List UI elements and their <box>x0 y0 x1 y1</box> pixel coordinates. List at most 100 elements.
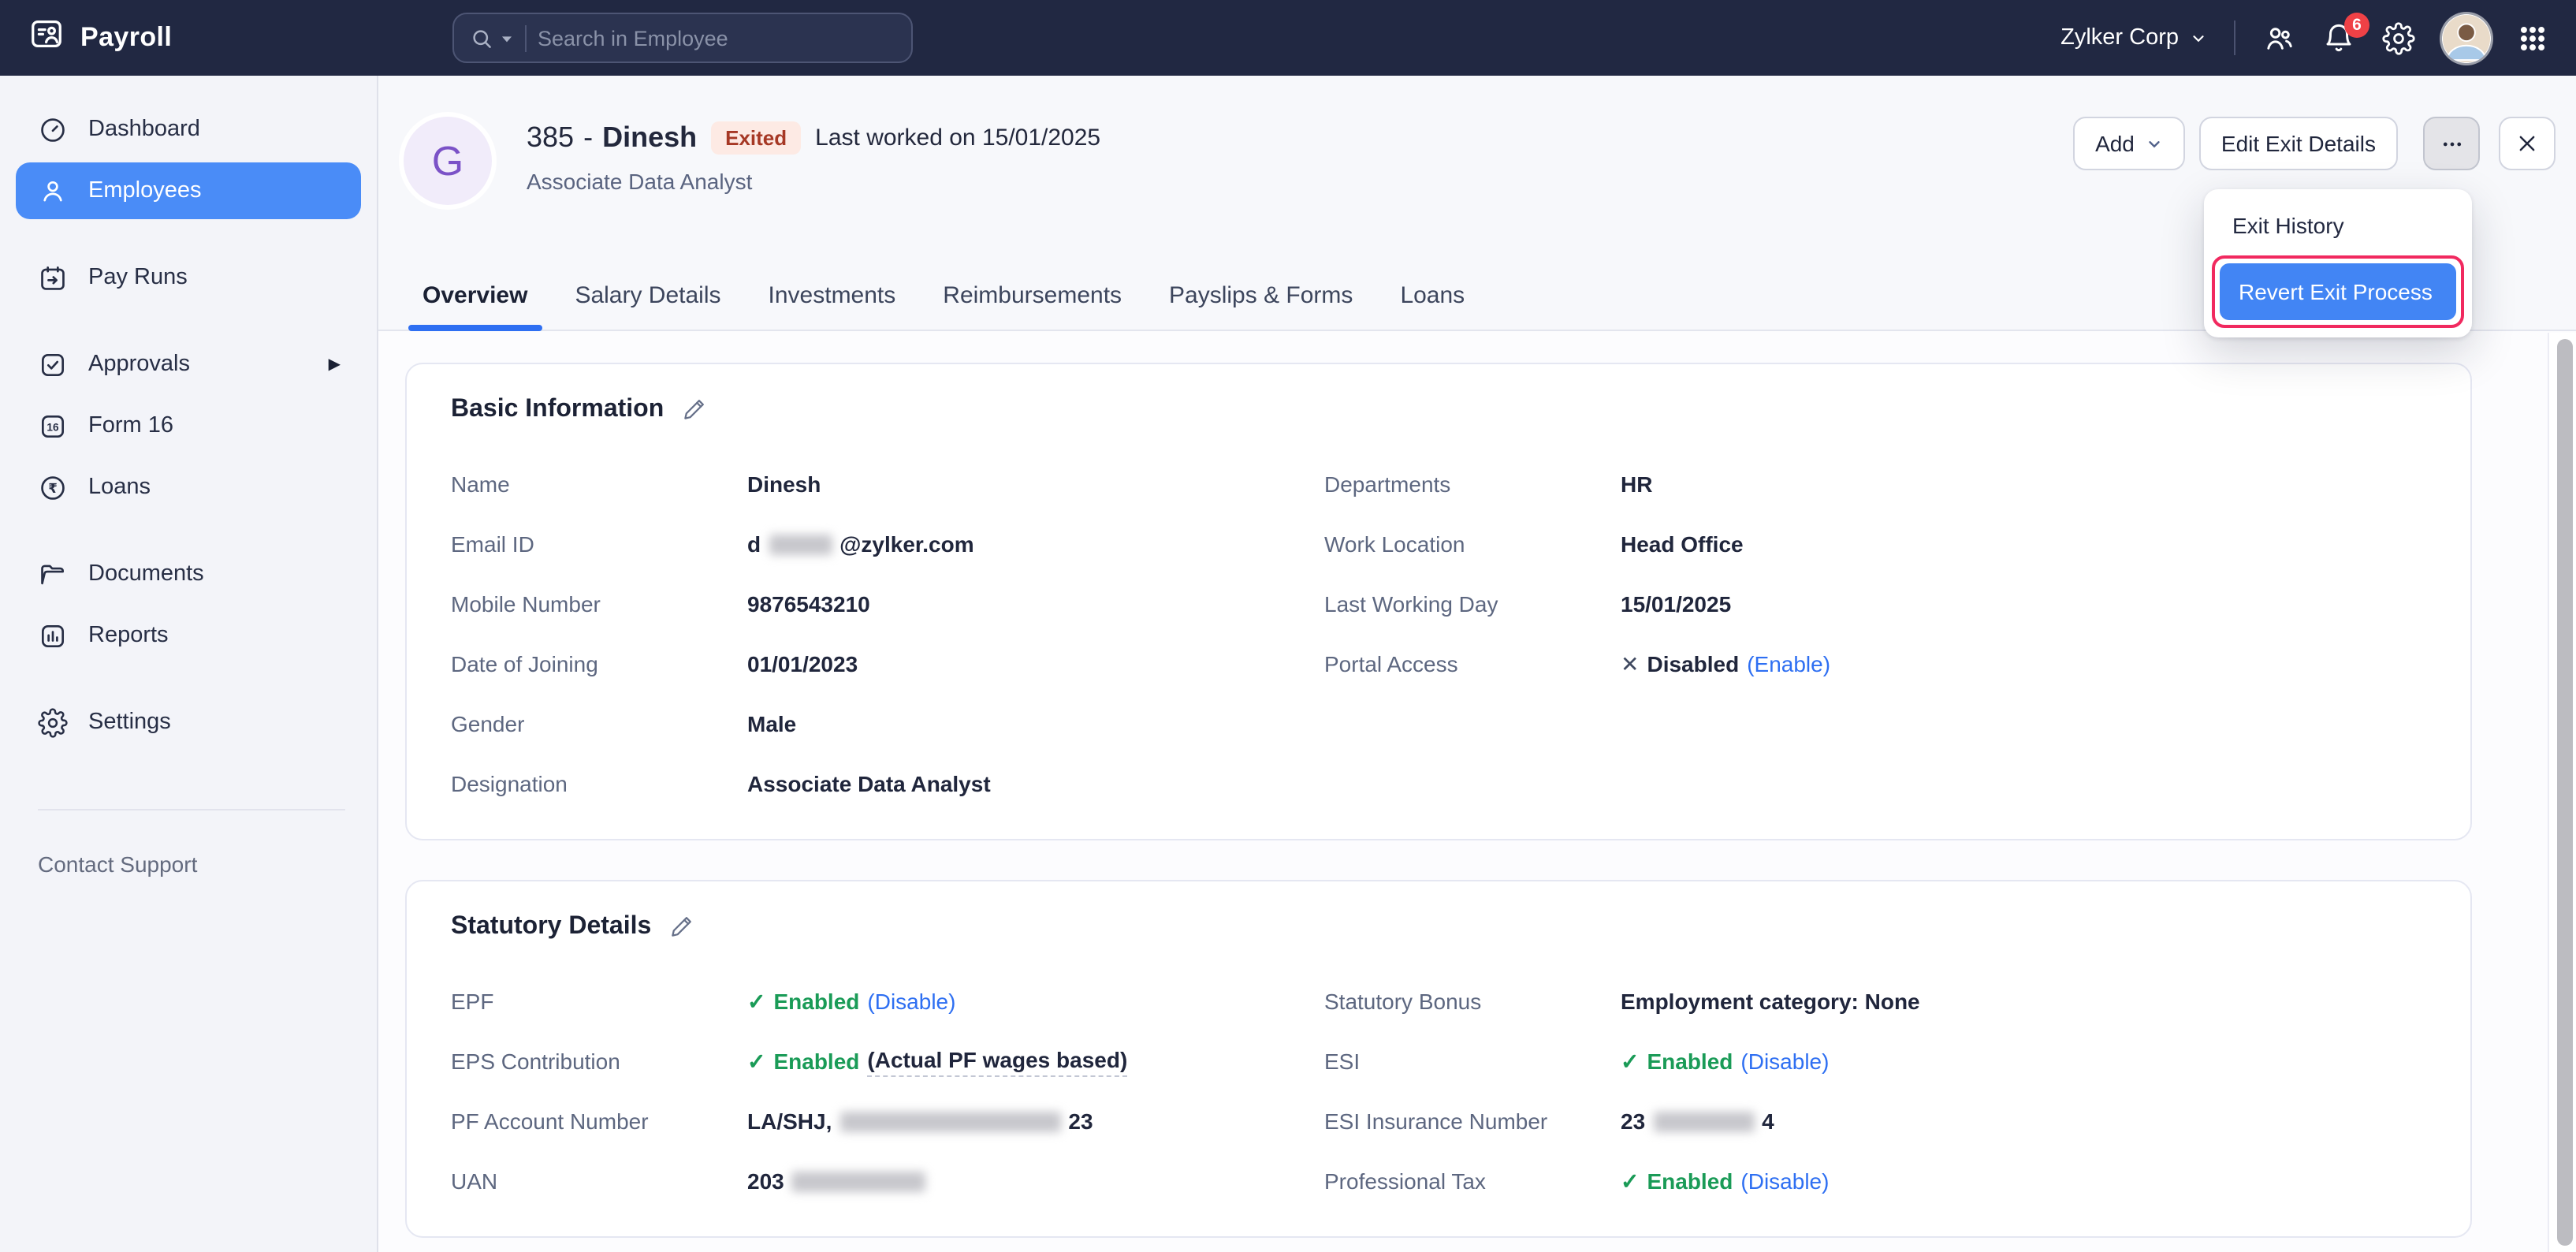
bell-icon[interactable]: 6 <box>2322 21 2355 54</box>
tab-loans[interactable]: Loans <box>1400 282 1465 330</box>
field-value-text: LA/SHJ, <box>747 1109 832 1134</box>
field-label: ESI Insurance Number <box>1324 1109 1621 1134</box>
sidebar-item-label: Pay Runs <box>88 265 188 290</box>
tab-investments[interactable]: Investments <box>769 282 896 330</box>
status-enabled-text: Enabled <box>1647 1049 1733 1074</box>
info-row: Work LocationHead Office <box>1324 514 2426 574</box>
inline-action-link[interactable]: (Disable) <box>1740 1168 1829 1194</box>
org-switcher[interactable]: Zylker Corp <box>2060 25 2207 50</box>
info-row: PF Account NumberLA/SHJ, 23 <box>451 1091 1324 1151</box>
documents-icon <box>38 559 68 589</box>
redacted-text <box>792 1171 926 1191</box>
sidebar-item-reports[interactable]: Reports <box>16 607 361 664</box>
info-row: EPF✓Enabled(Disable) <box>451 971 1324 1031</box>
field-value-text: @zylker.com <box>839 531 974 557</box>
sidebar-item-form-16[interactable]: 16Form 16 <box>16 397 361 454</box>
inline-action-link[interactable]: (Disable) <box>867 989 955 1014</box>
tab-overview[interactable]: Overview <box>423 282 527 330</box>
sidebar-item-label: Settings <box>88 710 171 735</box>
field-value-text: Associate Data Analyst <box>747 771 991 796</box>
scrollbar-thumb[interactable] <box>2557 339 2573 1246</box>
annotation-highlight-box: Revert Exit Process <box>2212 255 2464 328</box>
field-value: ✕Disabled(Enable) <box>1621 650 1830 677</box>
close-button[interactable] <box>2499 117 2556 170</box>
sidebar-item-dashboard[interactable]: Dashboard <box>16 101 361 158</box>
gear-icon[interactable] <box>2382 21 2415 54</box>
sidebar-item-label: Documents <box>88 561 204 587</box>
search-input[interactable]: Search in Employee <box>452 13 913 63</box>
field-value: 9876543210 <box>747 591 870 617</box>
scrollbar[interactable] <box>2548 333 2576 1252</box>
close-icon <box>2516 132 2538 155</box>
ellipsis-icon <box>2440 132 2463 155</box>
info-row: Email IDd@zylker.com <box>451 514 1324 574</box>
check-icon: ✓ <box>747 1048 765 1075</box>
info-row: Mobile Number9876543210 <box>451 574 1324 634</box>
field-label: UAN <box>451 1168 747 1194</box>
status-badge: Exited <box>711 121 801 155</box>
sidebar-item-label: Dashboard <box>88 117 200 142</box>
menu-item-revert-exit-process[interactable]: Revert Exit Process <box>2220 263 2456 320</box>
field-label: Name <box>451 471 747 497</box>
field-value-text: Disabled <box>1647 651 1739 676</box>
field-label: Portal Access <box>1324 651 1621 676</box>
field-value: d@zylker.com <box>747 531 974 557</box>
add-button[interactable]: Add <box>2073 117 2185 170</box>
header-actions: Add Edit Exit Details <box>2073 117 2556 170</box>
more-actions-button[interactable] <box>2423 117 2480 170</box>
tab-payslips-forms[interactable]: Payslips & Forms <box>1169 282 1353 330</box>
inline-action-link[interactable]: (Enable) <box>1747 651 1830 676</box>
notification-badge: 6 <box>2344 12 2369 37</box>
contact-support-link[interactable]: Contact Support <box>38 851 377 877</box>
payroll-app: Payroll Search in Employee Zylker Corp 6 <box>0 0 2576 1252</box>
sidebar-item-label: Reports <box>88 623 169 648</box>
field-label: Departments <box>1324 471 1621 497</box>
users-icon[interactable] <box>2262 21 2295 54</box>
field-label: PF Account Number <box>451 1109 747 1134</box>
sidebar-item-settings[interactable]: Settings <box>16 694 361 751</box>
field-label: EPS Contribution <box>451 1049 747 1074</box>
edit-exit-details-button[interactable]: Edit Exit Details <box>2199 117 2398 170</box>
sidebar-item-documents[interactable]: Documents <box>16 546 361 602</box>
chevron-down-icon <box>2146 135 2163 152</box>
info-row: Professional Tax✓Enabled(Disable) <box>1324 1151 2426 1211</box>
field-value: ✓Enabled(Disable) <box>1621 1048 1829 1075</box>
search-divider <box>525 24 527 51</box>
sidebar-divider <box>38 809 345 810</box>
field-value: ✓Enabled(Disable) <box>1621 1168 1829 1194</box>
employee-id: 385 <box>527 121 574 155</box>
sidebar-item-loans[interactable]: ₹Loans <box>16 459 361 516</box>
sidebar-item-employees[interactable]: Employees <box>16 162 361 219</box>
apps-grid-icon[interactable] <box>2518 23 2548 53</box>
field-value-text: 01/01/2023 <box>747 651 858 676</box>
field-value-text: Dinesh <box>747 471 821 497</box>
sidebar-item-pay-runs[interactable]: Pay Runs <box>16 249 361 306</box>
field-value-text: 15/01/2025 <box>1621 591 1731 617</box>
field-value-text: 4 <box>1762 1109 1774 1134</box>
tab-salary-details[interactable]: Salary Details <box>575 282 720 330</box>
employee-avatar: G <box>404 117 492 205</box>
info-row: Portal Access✕Disabled(Enable) <box>1324 634 2426 694</box>
info-row: NameDinesh <box>451 454 1324 514</box>
field-value: 234 <box>1621 1109 1774 1134</box>
field-label: EPF <box>451 989 747 1014</box>
sidebar-item-approvals[interactable]: Approvals▶ <box>16 336 361 393</box>
pencil-icon <box>668 913 695 940</box>
approvals-icon <box>38 349 68 379</box>
field-value-text: 9876543210 <box>747 591 870 617</box>
field-label: Statutory Bonus <box>1324 989 1621 1014</box>
field-value: 01/01/2023 <box>747 651 858 676</box>
sidebar-item-label: Approvals <box>88 352 190 377</box>
inline-action-link[interactable]: (Disable) <box>1740 1049 1829 1074</box>
info-row: EPS Contribution✓Enabled(Actual PF wages… <box>451 1031 1324 1091</box>
field-value-text: 23 <box>1068 1109 1093 1134</box>
user-avatar[interactable] <box>2442 13 2491 62</box>
edit-basic-information-button[interactable] <box>681 396 708 423</box>
employee-name: Dinesh <box>602 121 697 155</box>
tab-reimbursements[interactable]: Reimbursements <box>943 282 1122 330</box>
field-label: ESI <box>1324 1049 1621 1074</box>
menu-item-exit-history[interactable]: Exit History <box>2204 197 2472 251</box>
edit-statutory-details-button[interactable] <box>668 913 695 940</box>
info-row: Statutory BonusEmployment category: None <box>1324 971 2426 1031</box>
card-column: NameDineshEmail IDd@zylker.comMobile Num… <box>451 454 1324 814</box>
